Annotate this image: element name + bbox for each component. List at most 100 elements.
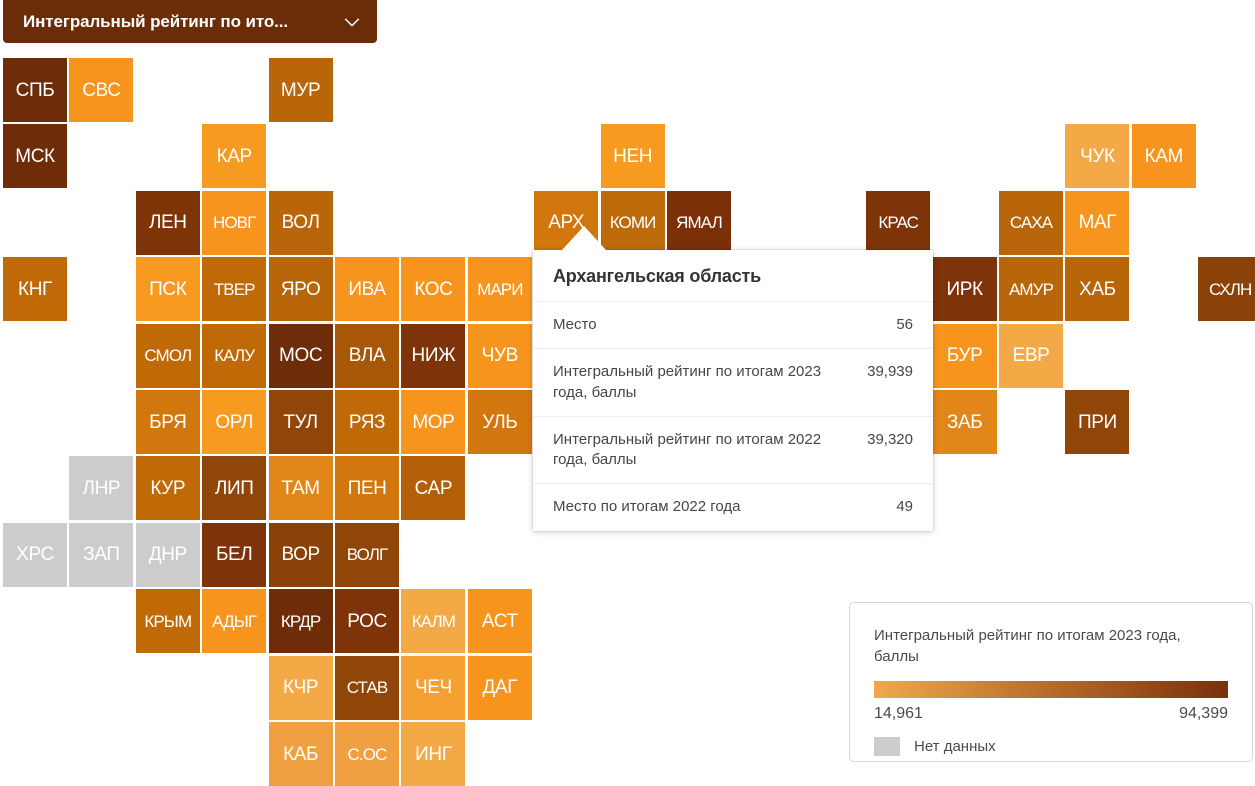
- map-tile-лнр[interactable]: ЛНР: [69, 456, 134, 521]
- map-tile-вол[interactable]: ВОЛ: [268, 190, 333, 255]
- legend-nodata-swatch: [874, 736, 900, 756]
- map-tile-евр[interactable]: ЕВР: [999, 323, 1063, 388]
- map-tile-мск[interactable]: МСК: [3, 124, 67, 189]
- map-tile-крдр[interactable]: КРДР: [268, 589, 333, 654]
- map-tile-калм[interactable]: КАЛМ: [401, 589, 466, 654]
- map-tile-label: МУР: [280, 79, 321, 101]
- map-tile-label: ЧЕЧ: [414, 677, 452, 699]
- map-tile-кчр[interactable]: КЧР: [268, 655, 333, 720]
- map-tile-днр[interactable]: ДНР: [135, 522, 200, 587]
- map-tile-амур[interactable]: АМУР: [999, 257, 1063, 322]
- map-tile-label: ИВА: [348, 278, 386, 300]
- map-tile-мор[interactable]: МОР: [401, 390, 466, 454]
- map-tile-даг[interactable]: ДАГ: [467, 655, 532, 720]
- map-tile-ряз[interactable]: РЯЗ: [335, 390, 399, 454]
- metric-selector-dropdown[interactable]: Интегральный рейтинг по ито...: [3, 0, 377, 43]
- map-tile-тул[interactable]: ТУЛ: [268, 390, 333, 454]
- map-tile-инг[interactable]: ИНГ: [401, 722, 466, 786]
- map-tile-лен[interactable]: ЛЕН: [135, 190, 200, 255]
- map-tile-label: НЕН: [613, 145, 653, 167]
- map-tile-ниж[interactable]: НИЖ: [401, 323, 466, 388]
- map-tile-мур[interactable]: МУР: [268, 58, 333, 122]
- legend-gradient-bar: [874, 680, 1228, 698]
- map-tile-label: СВС: [82, 79, 121, 101]
- map-tile-рос[interactable]: РОС: [335, 589, 399, 654]
- map-tile-сар[interactable]: САР: [401, 456, 466, 521]
- map-tile-бур[interactable]: БУР: [932, 323, 997, 388]
- map-tile-пск[interactable]: ПСК: [135, 257, 200, 322]
- map-tile-вла[interactable]: ВЛА: [335, 323, 399, 388]
- map-tile-label: САХА: [1009, 213, 1053, 233]
- map-tile-label: МСК: [15, 145, 55, 167]
- map-tile-label: ЛЕН: [148, 212, 187, 234]
- map-tile-ива[interactable]: ИВА: [335, 257, 399, 322]
- map-tile-label: ЧУВ: [481, 345, 519, 367]
- tooltip-row-key: Место: [553, 316, 597, 333]
- map-tile-с-ос[interactable]: С.ОС: [335, 722, 399, 786]
- map-tile-label: ХРС: [16, 544, 54, 566]
- map-tile-label: ТУЛ: [283, 411, 318, 433]
- map-tile-яро[interactable]: ЯРО: [268, 257, 333, 322]
- map-tile-саха[interactable]: САХА: [999, 190, 1063, 255]
- map-tile-смол[interactable]: СМОЛ: [135, 323, 200, 388]
- map-tile-label: ТАМ: [281, 477, 320, 499]
- map-tile-кар[interactable]: КАР: [202, 124, 267, 189]
- map-tile-label: БЕЛ: [215, 544, 253, 566]
- map-tile-там[interactable]: ТАМ: [268, 456, 333, 521]
- map-tile-ирк[interactable]: ИРК: [932, 257, 997, 322]
- map-tile-адыг[interactable]: АДЫГ: [202, 589, 267, 654]
- map-tile-хрс[interactable]: ХРС: [3, 522, 67, 587]
- map-tile-кам[interactable]: КАМ: [1131, 124, 1196, 189]
- map-tile-калу[interactable]: КАЛУ: [202, 323, 267, 388]
- map-tile-label: РОС: [347, 610, 387, 632]
- map-tile-твер[interactable]: ТВЕР: [202, 257, 267, 322]
- tooltip-row-key: Интегральный рейтинг по итогам 2022 года…: [553, 430, 822, 468]
- map-tile-орл[interactable]: ОРЛ: [202, 390, 267, 454]
- map-tile-ямал[interactable]: ЯМАЛ: [667, 190, 731, 255]
- map-tile-схлн[interactable]: СХЛН: [1198, 257, 1255, 322]
- map-tile-нен[interactable]: НЕН: [600, 124, 665, 189]
- map-tile-чеч[interactable]: ЧЕЧ: [401, 655, 466, 720]
- map-tile-label: ЛНР: [82, 477, 121, 499]
- map-tile-label: АСТ: [481, 610, 518, 632]
- map-tile-крас[interactable]: КРАС: [866, 190, 931, 255]
- map-tile-label: РЯЗ: [348, 411, 386, 433]
- map-tile-уль[interactable]: УЛЬ: [467, 390, 532, 454]
- map-tile-волг[interactable]: ВОЛГ: [335, 522, 399, 587]
- map-tile-кур[interactable]: КУР: [135, 456, 200, 521]
- map-tile-label: ХАБ: [1079, 278, 1116, 300]
- map-tile-label: ЕВР: [1012, 345, 1050, 367]
- map-tile-чув[interactable]: ЧУВ: [467, 323, 532, 388]
- map-tile-label: ЧУК: [1080, 145, 1115, 167]
- map-tile-хаб[interactable]: ХАБ: [1065, 257, 1130, 322]
- map-tile-каб[interactable]: КАБ: [268, 722, 333, 786]
- map-tile-при[interactable]: ПРИ: [1065, 390, 1130, 454]
- map-tile-коми[interactable]: КОМИ: [600, 190, 665, 255]
- map-tile-label: ВОР: [281, 544, 320, 566]
- region-tooltip: Архангельская область Место 56 Интеграль…: [533, 250, 933, 531]
- map-tile-крым[interactable]: КРЫМ: [135, 589, 200, 654]
- map-tile-маг[interactable]: МАГ: [1065, 190, 1130, 255]
- map-tile-зап[interactable]: ЗАП: [69, 522, 134, 587]
- tooltip-row-value: 39,320: [867, 430, 913, 448]
- tooltip-row: Интегральный рейтинг по итогам 2022 года…: [533, 417, 933, 485]
- map-tile-став[interactable]: СТАВ: [335, 655, 399, 720]
- map-tile-мос[interactable]: МОС: [268, 323, 333, 388]
- map-tile-аст[interactable]: АСТ: [467, 589, 532, 654]
- map-tile-кос[interactable]: КОС: [401, 257, 466, 322]
- map-tile-кнг[interactable]: КНГ: [3, 257, 67, 322]
- map-tile-label: ЗАП: [83, 544, 120, 566]
- map-tile-чук[interactable]: ЧУК: [1065, 124, 1130, 189]
- map-tile-бря[interactable]: БРЯ: [135, 390, 200, 454]
- map-tile-мари[interactable]: МАРИ: [467, 257, 532, 322]
- map-tile-вор[interactable]: ВОР: [268, 522, 333, 587]
- map-tile-бел[interactable]: БЕЛ: [202, 522, 267, 587]
- map-tile-новг[interactable]: НОВГ: [202, 190, 267, 255]
- tooltip-row-key: Интегральный рейтинг по итогам 2023 года…: [553, 363, 822, 401]
- map-tile-лип[interactable]: ЛИП: [202, 456, 267, 521]
- map-tile-пен[interactable]: ПЕН: [335, 456, 399, 521]
- map-tile-свс[interactable]: СВС: [69, 58, 134, 122]
- map-tile-заб[interactable]: ЗАБ: [932, 390, 997, 454]
- map-tile-спб[interactable]: СПБ: [3, 58, 67, 122]
- map-tile-label: ЛИП: [214, 477, 254, 499]
